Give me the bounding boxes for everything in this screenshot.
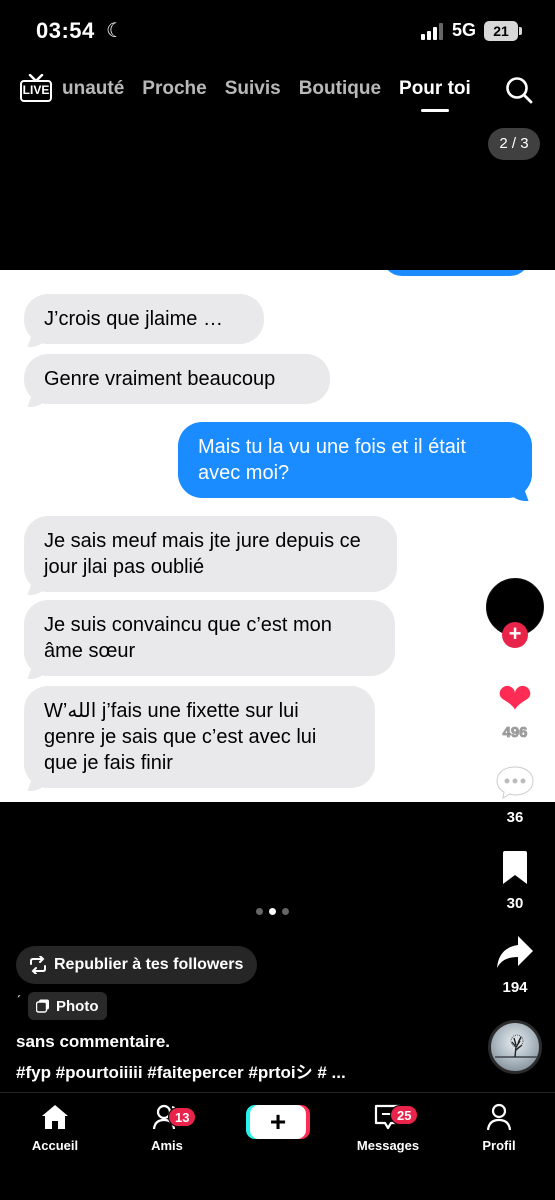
comment-count: 36 (506, 809, 524, 826)
carousel-dot (282, 908, 289, 915)
nav-home-label: Accueil (31, 1138, 79, 1153)
tab-suivis[interactable]: Suivis (225, 78, 281, 100)
message-text: Mais tu la vu une fois et il était avec … (198, 436, 466, 484)
tab-pour-toi[interactable]: Pour toi (399, 78, 471, 112)
message-text: Je suis convaincu que c’est mon âme sœur (44, 614, 332, 662)
profile-icon (486, 1103, 512, 1131)
create-button[interactable]: + (250, 1105, 306, 1139)
message-bubble-received: Je sais meuf mais jte jure depuis ce jou… (24, 516, 397, 592)
follow-plus-button[interactable]: + (502, 622, 528, 648)
share-count: 194 (502, 979, 528, 996)
heart-icon: ❤ (497, 675, 533, 722)
message-text: J’crois que jlaime … (44, 308, 223, 330)
nav-profile[interactable]: Profil (454, 1103, 544, 1153)
message-bubble-received: J’crois que jlaime … (24, 294, 264, 344)
share-icon (497, 936, 533, 968)
live-label: LIVE (20, 80, 52, 102)
home-icon (42, 1105, 68, 1129)
like-button[interactable]: ❤ 496 (484, 675, 546, 742)
nav-home[interactable]: Accueil (10, 1103, 100, 1153)
message-bubble-received: W’الله j’fais une fixette sur lui genre … (24, 686, 375, 788)
carousel-dot (256, 908, 263, 915)
share-button[interactable]: 194 (484, 934, 546, 996)
live-icon[interactable]: LIVE (20, 74, 52, 104)
message-bubble-received: Je suis convaincu que c’est mon âme sœur (24, 600, 395, 676)
nav-profile-label: Profil (482, 1138, 516, 1153)
nav-friends-label: Amis (151, 1138, 183, 1153)
status-time: 03:54 (36, 18, 95, 43)
tab-proche[interactable]: Proche (142, 78, 206, 100)
save-button[interactable]: 30 (484, 850, 546, 912)
status-bar: 03:54 ☾ 5G 21 (0, 0, 555, 64)
like-count: 496 (502, 724, 528, 742)
moon-icon: ☾ (106, 20, 124, 42)
tree-icon (495, 1034, 539, 1058)
nav-messages[interactable]: Messages 25 (343, 1103, 433, 1153)
bottom-nav: Accueil Amis 13 + Messages 25 Profil (0, 1092, 555, 1200)
message-bubble-sent: Mais tu la vu une fois et il était avec … (178, 422, 532, 498)
carousel-dot-active (269, 908, 276, 915)
nav-friends[interactable]: Amis 13 (122, 1103, 212, 1153)
post-hashtags[interactable]: #fyp #pourtoiiiii #faitepercer #prtoiシ #… (16, 1058, 466, 1083)
photo-counter: 2 / 3 (488, 128, 540, 160)
signal-icon (421, 22, 447, 40)
repost-icon (30, 956, 46, 974)
photo-stack-icon (36, 999, 49, 1013)
message-bubble-received: Genre vraiment beaucoup (24, 354, 330, 404)
nav-messages-label: Messages (356, 1138, 420, 1153)
search-icon[interactable] (505, 76, 533, 104)
network-label: 5G (452, 20, 477, 40)
save-count: 30 (506, 895, 524, 912)
cutoff-sent-bubble (382, 270, 530, 276)
friends-badge: 13 (168, 1107, 197, 1127)
repost-label: Republier à tes followers (54, 956, 244, 973)
battery-icon: 21 (484, 21, 522, 41)
message-text: Je sais meuf mais jte jure depuis ce jou… (44, 530, 361, 578)
messages-badge: 25 (390, 1105, 419, 1125)
feed-tabs: unauté Proche Suivis Boutique Pour toi (62, 78, 489, 112)
carousel-dots (256, 908, 289, 915)
tab-boutique[interactable]: Boutique (299, 78, 381, 100)
photo-badge-label: Photo (56, 997, 99, 1015)
photo-badge: Photo (28, 992, 107, 1020)
post-photo[interactable]: J’crois que jlaime … Genre vraiment beau… (0, 270, 555, 802)
message-text: W’الله j’fais une fixette sur lui genre … (44, 700, 317, 774)
creator-avatar[interactable]: + (486, 578, 544, 648)
music-disc-icon[interactable] (488, 1020, 542, 1074)
comment-icon (496, 766, 534, 799)
top-nav: LIVE unauté Proche Suivis Boutique Pour … (0, 66, 555, 116)
comment-button[interactable]: 36 (484, 764, 546, 826)
tab-communaute[interactable]: unauté (62, 78, 124, 100)
tick-mark: ˊ (16, 994, 22, 1011)
bookmark-icon (503, 851, 527, 884)
message-text: Genre vraiment beaucoup (44, 368, 276, 390)
repost-button[interactable]: Republier à tes followers (16, 946, 258, 984)
post-caption: sans commentaire. (16, 1032, 171, 1051)
